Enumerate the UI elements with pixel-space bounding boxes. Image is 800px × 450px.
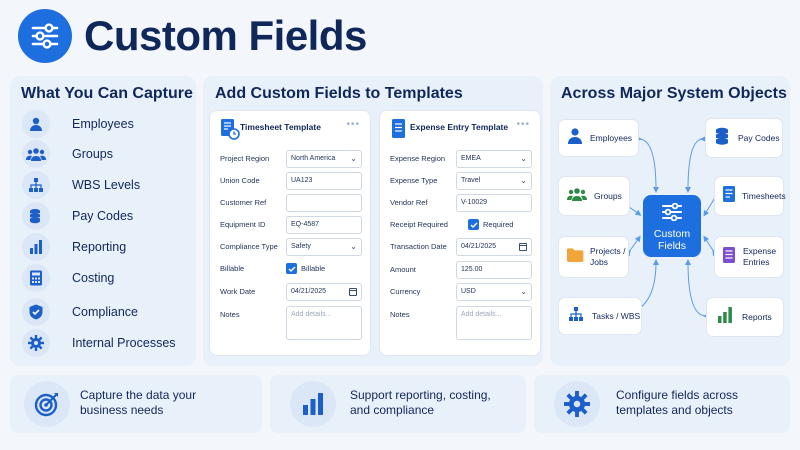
folder-icon bbox=[566, 247, 584, 268]
object-pay-codes: Pay Codes bbox=[705, 118, 783, 158]
object-expense-entries: Expense Entries bbox=[714, 236, 784, 278]
group-icon bbox=[566, 186, 588, 207]
object-reports: Reports bbox=[706, 297, 784, 337]
object-label: Employees bbox=[590, 132, 633, 143]
benefit-card: Capture the data your business needs bbox=[10, 375, 262, 433]
object-label: Timesheets bbox=[742, 190, 786, 201]
receipt-icon bbox=[722, 246, 736, 269]
object-label: Expense Entries bbox=[743, 246, 777, 267]
person-icon bbox=[567, 127, 583, 150]
sliders-icon bbox=[661, 202, 683, 226]
gear-icon bbox=[554, 381, 600, 427]
bar-chart-icon bbox=[717, 306, 733, 329]
object-timesheets: Timesheets bbox=[714, 176, 786, 216]
hub-label-line2: Fields bbox=[657, 240, 686, 252]
benefit-card: Configure fields across templates and obj… bbox=[534, 375, 790, 433]
target-icon bbox=[24, 381, 70, 427]
object-projects-jobs: Projects / Jobs bbox=[558, 236, 629, 278]
benefit-text: Capture the data your business needs bbox=[80, 388, 197, 417]
coins-icon bbox=[714, 127, 730, 150]
object-label: Reports bbox=[742, 311, 772, 322]
benefit-card: Support reporting, costing, and complianc… bbox=[270, 375, 526, 433]
bar-chart-icon bbox=[290, 381, 336, 427]
object-label: Projects / Jobs bbox=[590, 246, 626, 267]
custom-fields-hub: Custom Fields bbox=[643, 195, 701, 257]
object-employees: Employees bbox=[558, 119, 639, 157]
hierarchy-icon bbox=[567, 306, 585, 327]
benefit-text: Configure fields across templates and obj… bbox=[616, 388, 739, 417]
benefit-text: Support reporting, costing, and complianc… bbox=[350, 388, 491, 417]
document-icon bbox=[722, 185, 736, 208]
object-label: Pay Codes bbox=[738, 132, 780, 143]
hub-label-line1: Custom bbox=[653, 228, 691, 240]
object-label: Tasks / WBS bbox=[592, 310, 641, 321]
object-tasks-wbs: Tasks / WBS bbox=[558, 297, 642, 335]
object-groups: Groups bbox=[558, 176, 630, 216]
object-label: Groups bbox=[594, 190, 622, 201]
